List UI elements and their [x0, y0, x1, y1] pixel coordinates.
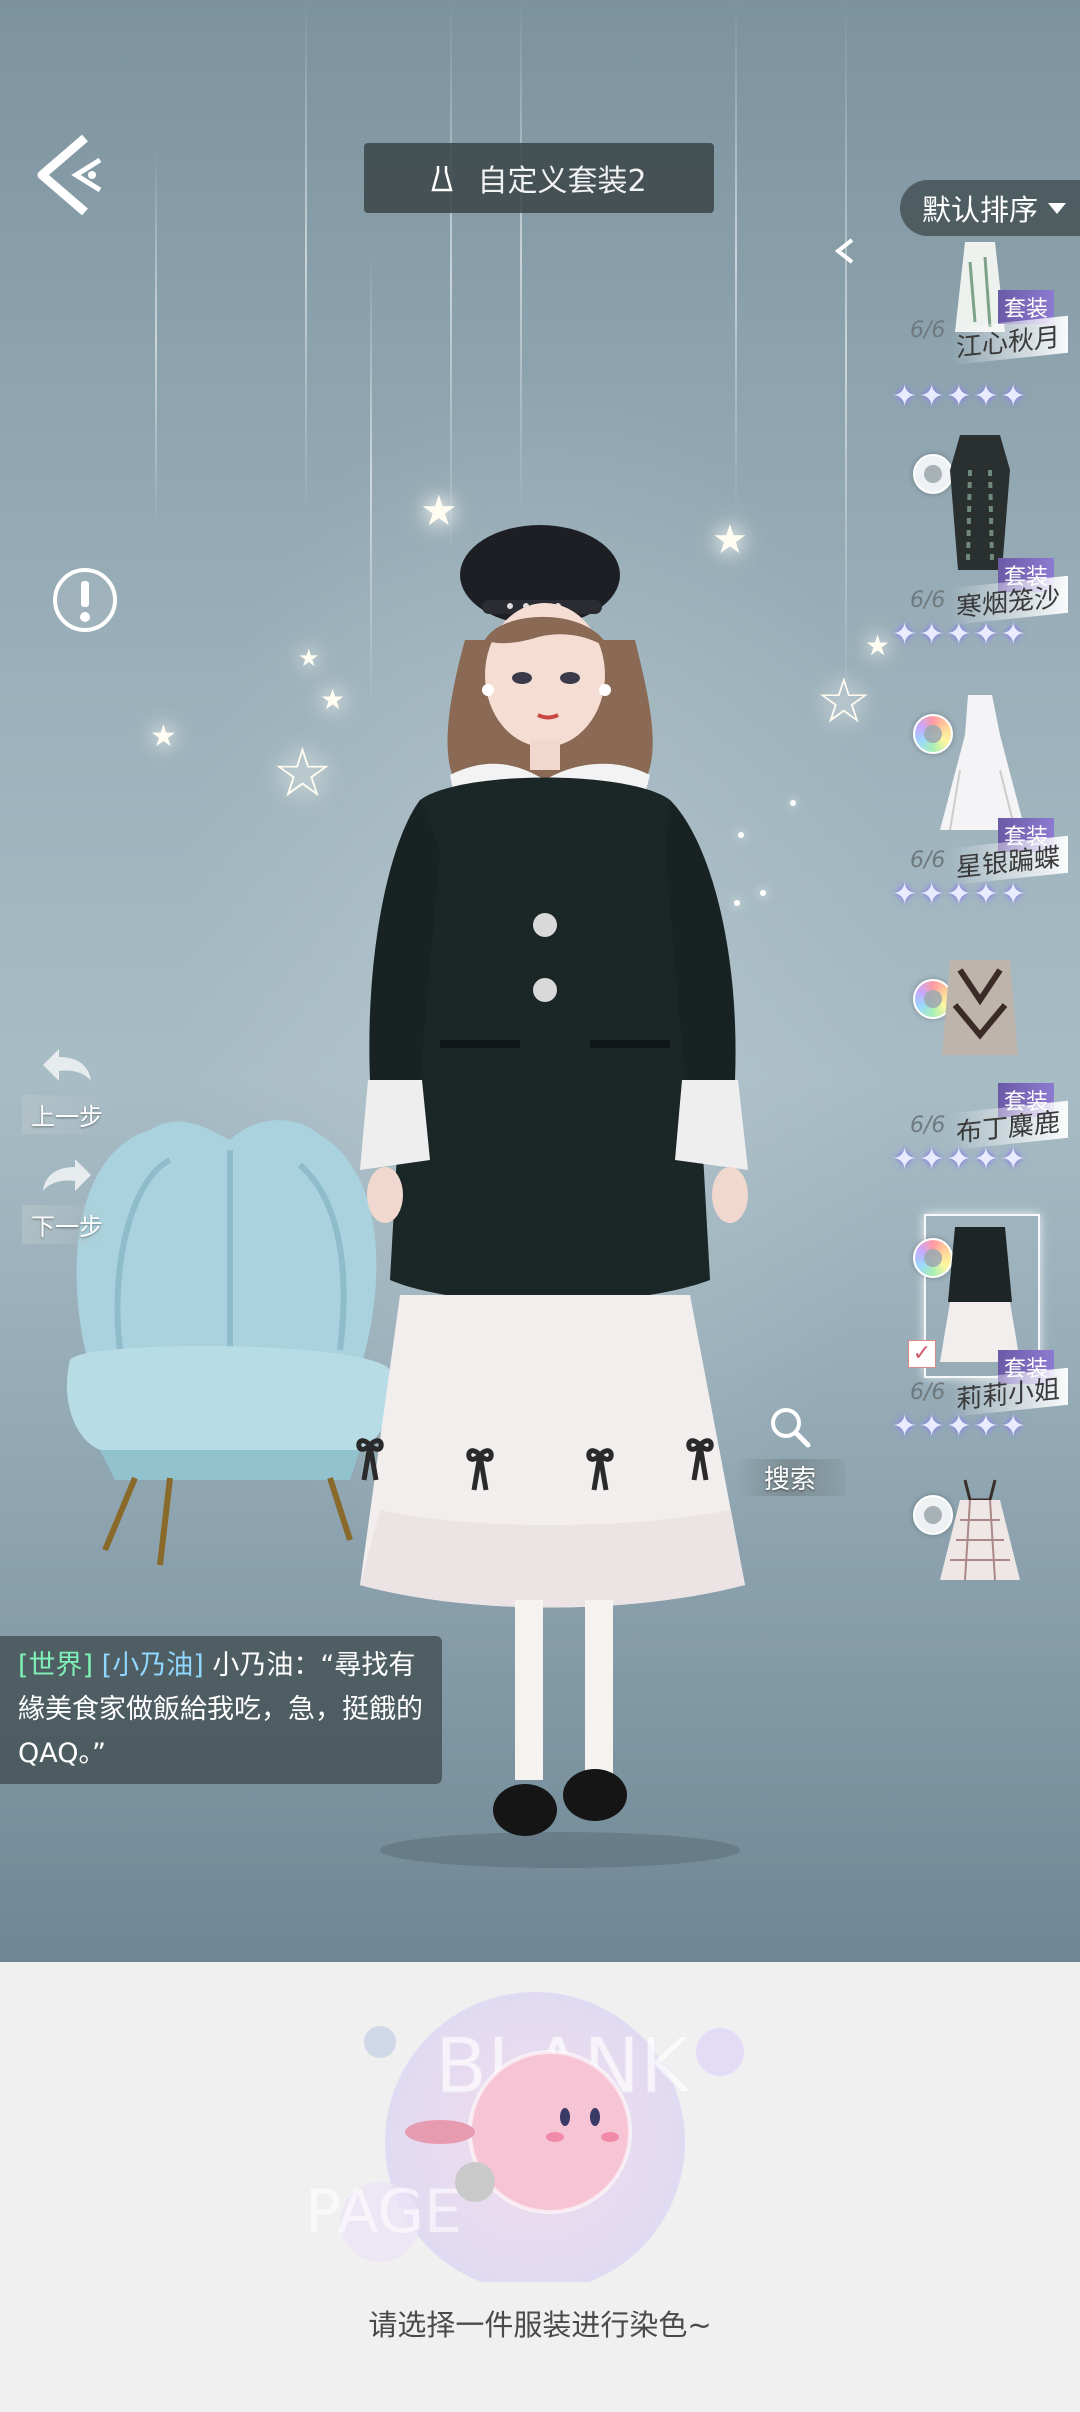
rating-star-icon: ✦ — [973, 877, 999, 912]
redo-arrow-icon — [43, 1159, 91, 1191]
outfit-item-selected[interactable]: ✓ 套装 6/6 莉莉小姐 ✦ ✦ ✦ ✦ ✦ — [890, 1214, 1072, 1442]
outfit-rating: ✦ ✦ ✦ ✦ ✦ — [892, 1412, 1072, 1442]
rating-star-icon: ✦ — [892, 1142, 918, 1177]
search-icon — [771, 1408, 811, 1448]
rating-star-icon: ✦ — [892, 379, 918, 414]
chat-channel: [世界] — [18, 1650, 94, 1681]
outfit-thumbnail — [940, 1227, 1020, 1362]
undo-arrow-icon — [43, 1049, 91, 1081]
rating-star-icon: ✦ — [892, 877, 918, 912]
checkmark-icon: ✓ — [908, 1340, 936, 1368]
rating-star-icon: ✦ — [1000, 379, 1026, 414]
rating-star-icon: ✦ — [1000, 1142, 1026, 1177]
rating-star-icon: ✦ — [1000, 877, 1026, 912]
outfit-item[interactable] — [890, 1475, 1070, 1695]
outfit-title-bar[interactable]: 自定义套装2 — [364, 143, 714, 213]
world-chat-message[interactable]: [世界] [小乃油] 小乃油：“尋找有緣美食家做飯給我吃，急，挺餓的QAQ。” — [0, 1636, 442, 1784]
sort-dropdown[interactable]: 默认排序 — [900, 180, 1080, 236]
outfit-count: 6/6 — [910, 1113, 946, 1138]
redo-label: 下一步 — [22, 1205, 112, 1244]
dress-icon — [431, 166, 454, 192]
rating-star-icon: ✦ — [892, 1409, 918, 1444]
rating-star-icon: ✦ — [946, 1409, 972, 1444]
undo-button[interactable]: 上一步 — [22, 1045, 112, 1134]
chevron-down-icon — [1048, 202, 1067, 214]
chat-sender[interactable]: [小乃油] — [102, 1650, 204, 1681]
outfit-rating: ✦ ✦ ✦ ✦ ✦ — [892, 620, 1072, 650]
hanging-thread — [450, 0, 452, 560]
hanging-thread — [845, 0, 847, 720]
redo-button[interactable]: 下一步 — [22, 1155, 112, 1244]
page-text: PAGE — [305, 2177, 462, 2247]
rating-star-icon: ✦ — [919, 877, 945, 912]
dye-panel: BLANK PAGE — [0, 1962, 1080, 2412]
undo-label: 上一步 — [22, 1095, 112, 1134]
sort-label: 默认排序 — [922, 193, 1039, 227]
star-decoration: ★ — [150, 719, 177, 754]
rating-star-icon: ✦ — [919, 1409, 945, 1444]
rating-star-icon: ✦ — [919, 1142, 945, 1177]
outfit-count: 6/6 — [910, 318, 946, 343]
hanging-thread — [155, 150, 157, 530]
outfit-item[interactable]: 套装 6/6 星银蹁蝶 ✦ ✦ ✦ ✦ ✦ — [890, 690, 1070, 910]
rating-star-icon: ✦ — [919, 379, 945, 414]
outfit-thumbnail — [950, 435, 1010, 570]
rating-star-icon: ✦ — [946, 379, 972, 414]
rating-star-icon: ✦ — [946, 877, 972, 912]
rating-star-icon: ✦ — [1000, 1409, 1026, 1444]
rating-star-icon: ✦ — [946, 1142, 972, 1177]
outfit-item[interactable]: 套装 6/6 布丁麋鹿 ✦ ✦ ✦ ✦ ✦ — [890, 955, 1070, 1175]
outfit-title: 自定义套装2 — [477, 164, 647, 199]
hanging-thread — [735, 0, 737, 520]
outfit-count: 6/6 — [910, 588, 946, 613]
outfit-thumbnail — [940, 1479, 1020, 1581]
hanging-thread — [305, 0, 307, 520]
search-label: 搜索 — [735, 1459, 845, 1496]
outfit-count: 6/6 — [910, 848, 946, 873]
outfit-item[interactable]: 套装 6/6 江心秋月 ✦ ✦ ✦ ✦ ✦ — [890, 242, 1070, 462]
star-decoration: ★ — [865, 629, 891, 662]
back-arrow-icon[interactable] — [30, 130, 110, 220]
rating-star-icon: ✦ — [892, 617, 918, 652]
search-button[interactable]: 搜索 — [735, 1405, 845, 1496]
outfit-rating: ✦ ✦ ✦ ✦ ✦ — [892, 880, 1072, 910]
warning-icon[interactable] — [50, 565, 120, 635]
outfit-rating: ✦ ✦ ✦ ✦ ✦ — [892, 382, 1072, 412]
outfit-thumbnail — [940, 695, 1025, 831]
rating-star-icon: ✦ — [919, 617, 945, 652]
outfit-count: 6/6 — [910, 1380, 946, 1405]
rating-star-icon: ✦ — [973, 617, 999, 652]
collapse-list-icon[interactable] — [830, 236, 860, 266]
outfit-rating: ✦ ✦ ✦ ✦ ✦ — [892, 1145, 1072, 1175]
rating-star-icon: ✦ — [973, 1142, 999, 1177]
outfit-thumbnail — [942, 960, 1018, 1055]
rating-star-icon: ✦ — [973, 379, 999, 414]
outfit-item[interactable]: 套装 6/6 寒烟笼沙 ✦ ✦ ✦ ✦ ✦ — [890, 430, 1070, 650]
rating-star-icon: ✦ — [946, 617, 972, 652]
blank-page-illustration: BLANK PAGE — [305, 1992, 744, 2282]
rating-star-icon: ✦ — [973, 1409, 999, 1444]
hanging-thread — [520, 0, 522, 520]
dye-hint-text: 请选择一件服装进行染色~ — [368, 2308, 712, 2342]
rating-star-icon: ✦ — [1000, 617, 1026, 652]
